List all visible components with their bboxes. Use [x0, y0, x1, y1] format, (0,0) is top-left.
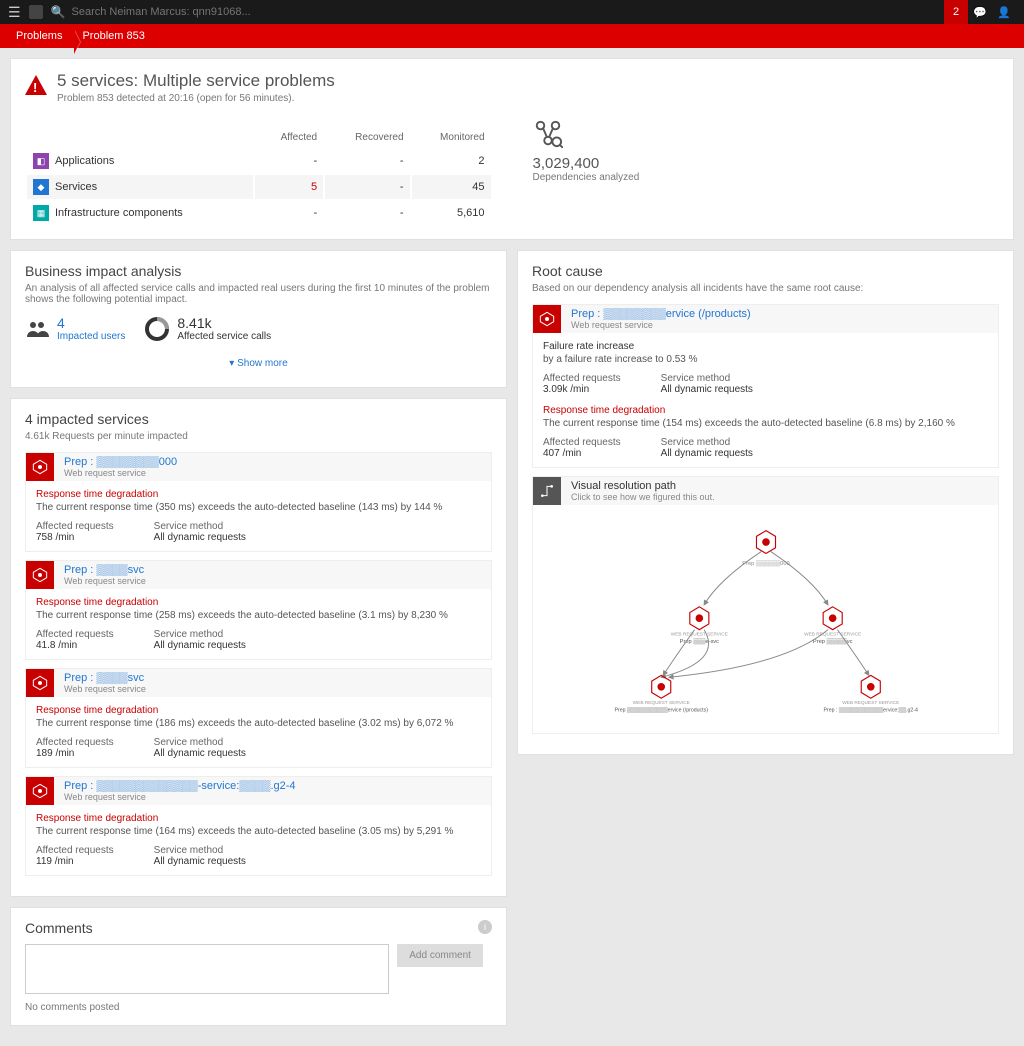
- page-subtitle: Problem 853 detected at 20:16 (open for …: [57, 93, 335, 104]
- page-title: 5 services: Multiple service problems: [57, 71, 335, 91]
- impacted-service-item[interactable]: Prep : ▒▒▒▒▒▒▒▒▒▒▒▒▒-service:▒▒▒▒.g2-4We…: [25, 776, 492, 876]
- search-icon: 🔍: [51, 5, 66, 19]
- add-comment-button[interactable]: Add comment: [397, 944, 483, 967]
- service-name: Prep : ▒▒▒▒svc: [64, 672, 146, 684]
- service-name: Prep : ▒▒▒▒▒▒▒▒000: [64, 456, 177, 468]
- svg-text:Prep : ▒▒▒▒▒▒▒▒▒▒▒▒ervice:▒▒.g: Prep : ▒▒▒▒▒▒▒▒▒▒▒▒ervice:▒▒.g2-4: [823, 707, 918, 714]
- svg-text:Prep ▒▒▒▒▒vc: Prep ▒▒▒▒▒vc: [812, 638, 852, 645]
- dependencies-icon: [533, 118, 563, 148]
- service-name: Prep : ▒▒▒▒svc: [64, 564, 146, 576]
- business-impact-card: Business impact analysis An analysis of …: [10, 250, 507, 388]
- dependencies-widget: 3,029,400 Dependencies analyzed: [533, 118, 640, 227]
- root-cause-service[interactable]: Prep : ▒▒▒▒▒▒▒▒ervice (/products)Web req…: [532, 304, 999, 468]
- table-row[interactable]: ▦Infrastructure components --5,610: [27, 201, 491, 225]
- breadcrumb: Problems Problem 853: [0, 24, 1024, 48]
- user-icon[interactable]: 👤: [992, 0, 1016, 24]
- service-icon: [533, 305, 561, 333]
- alerts-badge[interactable]: 2: [944, 0, 968, 24]
- service-icon: [26, 453, 54, 481]
- calls-icon: [145, 317, 169, 341]
- svg-text:WEB REQUEST SERVICE: WEB REQUEST SERVICE: [842, 700, 899, 706]
- svg-text:WEB REQUEST SERVICE: WEB REQUEST SERVICE: [804, 631, 861, 637]
- services-icon: ◆: [33, 179, 49, 195]
- path-icon: [533, 477, 561, 505]
- svg-text:WEB REQUEST SERVICE: WEB REQUEST SERVICE: [670, 631, 727, 637]
- crumb-current: Problem 853: [74, 30, 156, 42]
- svg-text:WEB REQUEST SERVICE: WEB REQUEST SERVICE: [632, 700, 689, 706]
- infra-icon: ▦: [33, 205, 49, 221]
- service-icon: [26, 561, 54, 589]
- no-comments-label: No comments posted: [25, 1002, 492, 1013]
- svg-text:Prep ▒▒▒e-svc: Prep ▒▒▒e-svc: [679, 638, 719, 645]
- app-icon[interactable]: [29, 5, 43, 19]
- impacted-users-link[interactable]: 4Impacted users: [25, 315, 125, 342]
- alert-icon: [25, 75, 47, 95]
- root-cause-card: Root cause Based on our dependency analy…: [517, 250, 1014, 755]
- apps-icon: ◧: [33, 153, 49, 169]
- service-name: Prep : ▒▒▒▒▒▒▒▒▒▒▒▒▒-service:▒▒▒▒.g2-4: [64, 780, 296, 792]
- info-icon[interactable]: i: [478, 920, 492, 934]
- service-icon: [26, 777, 54, 805]
- impacted-service-item[interactable]: Prep : ▒▒▒▒svcWeb request serviceRespons…: [25, 668, 492, 768]
- table-row[interactable]: ◆Services 5-45: [27, 175, 491, 199]
- topology-diagram[interactable]: Prep ▒▒▒▒▒▒000 WEB REQUEST SERVICE Prep …: [533, 513, 998, 733]
- chat-icon[interactable]: 💬: [968, 0, 992, 24]
- problem-summary-card: 5 services: Multiple service problems Pr…: [10, 58, 1014, 240]
- comments-card: i Comments Add comment No comments poste…: [10, 907, 507, 1026]
- menu-icon[interactable]: ☰: [8, 4, 21, 21]
- show-more-link[interactable]: ▾ Show more: [25, 352, 492, 375]
- impacted-services-card: 4 impacted services 4.61k Requests per m…: [10, 398, 507, 897]
- search-input[interactable]: [72, 6, 372, 18]
- svg-text:Prep ▒▒▒▒▒▒▒▒▒▒▒ervice (/produ: Prep ▒▒▒▒▒▒▒▒▒▒▒ervice (/products): [614, 707, 708, 714]
- crumb-problems[interactable]: Problems: [8, 30, 74, 42]
- summary-table: AffectedRecoveredMonitored ◧Applications…: [25, 126, 493, 227]
- impacted-service-item[interactable]: Prep : ▒▒▒▒▒▒▒▒000Web request serviceRes…: [25, 452, 492, 552]
- users-icon: [25, 319, 49, 339]
- comment-textarea[interactable]: [25, 944, 389, 994]
- visual-resolution-card[interactable]: Visual resolution pathClick to see how w…: [532, 476, 999, 734]
- service-icon: [26, 669, 54, 697]
- impacted-service-item[interactable]: Prep : ▒▒▒▒svcWeb request serviceRespons…: [25, 560, 492, 660]
- table-row[interactable]: ◧Applications --2: [27, 149, 491, 173]
- affected-calls: 8.41kAffected service calls: [145, 315, 271, 342]
- search-box[interactable]: 🔍: [51, 5, 944, 19]
- topo-label: Prep ▒▒▒▒▒▒000: [742, 560, 789, 567]
